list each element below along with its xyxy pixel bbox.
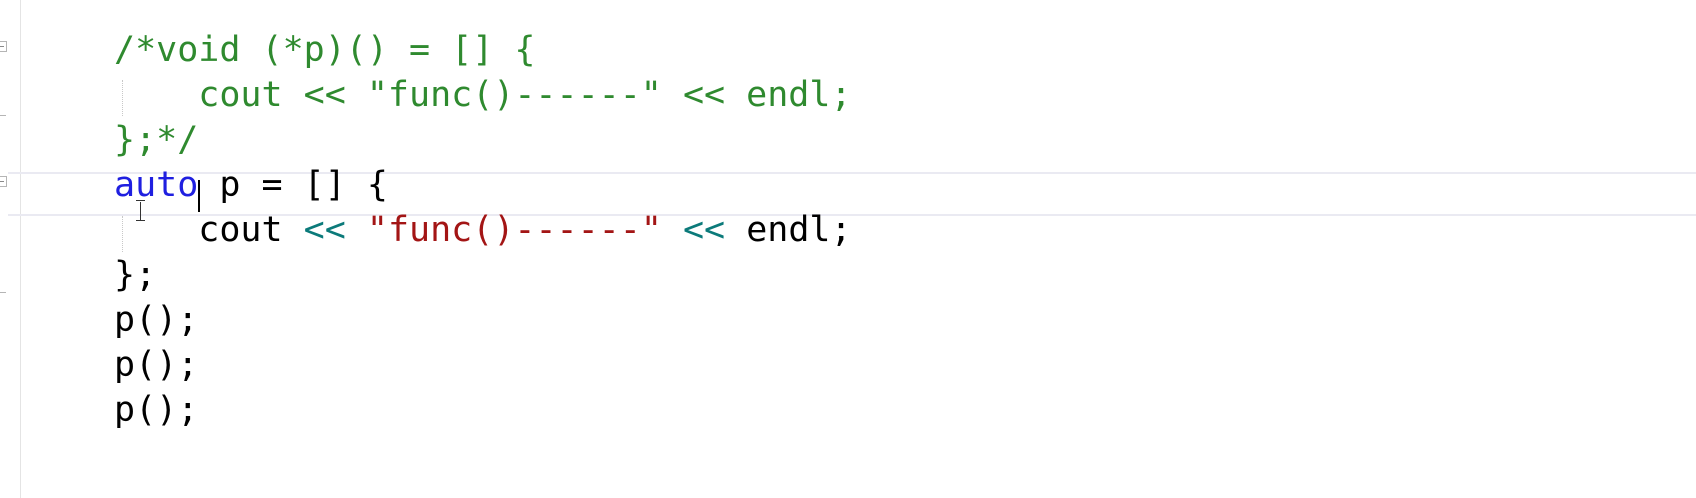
code-token: };*/: [114, 120, 199, 160]
code-token: <<: [682, 210, 726, 250]
text-cursor-icon: [136, 200, 146, 222]
code-line[interactable]: p();: [114, 387, 198, 433]
code-token: endl;: [725, 210, 852, 250]
code-line[interactable]: cout << "func()------" << endl;: [114, 207, 852, 253]
code-line[interactable]: auto p = [] {: [114, 162, 388, 208]
code-token: p();: [114, 300, 199, 340]
code-token: p = [] {: [198, 165, 388, 205]
code-token: p();: [114, 345, 199, 385]
code-line[interactable]: };: [114, 252, 156, 298]
code-token: };: [114, 255, 157, 295]
code-line[interactable]: p();: [114, 297, 198, 343]
text-caret: [198, 180, 200, 212]
code-line[interactable]: /*void (*p)() = [] {: [114, 27, 535, 73]
code-line[interactable]: cout << "func()------" << endl;: [114, 72, 852, 118]
fold-toggle-icon[interactable]: [0, 41, 7, 52]
fold-toggle-icon[interactable]: [0, 176, 7, 187]
code-editor[interactable]: /*void (*p)() = [] { cout << "func()----…: [0, 0, 1696, 498]
code-token: auto: [114, 165, 199, 205]
code-token: cout << "func()------" << endl;: [114, 75, 852, 115]
code-token: /*void (*p)() = [] {: [114, 30, 536, 70]
fold-end-marker: [0, 292, 6, 293]
code-token: "func()------": [366, 210, 662, 250]
code-line[interactable]: };*/: [114, 117, 198, 163]
code-token: p();: [114, 390, 199, 430]
fold-end-marker: [0, 115, 6, 116]
code-line[interactable]: p();: [114, 342, 198, 388]
code-token: <<: [303, 210, 346, 250]
outlining-gutter: [0, 0, 21, 498]
